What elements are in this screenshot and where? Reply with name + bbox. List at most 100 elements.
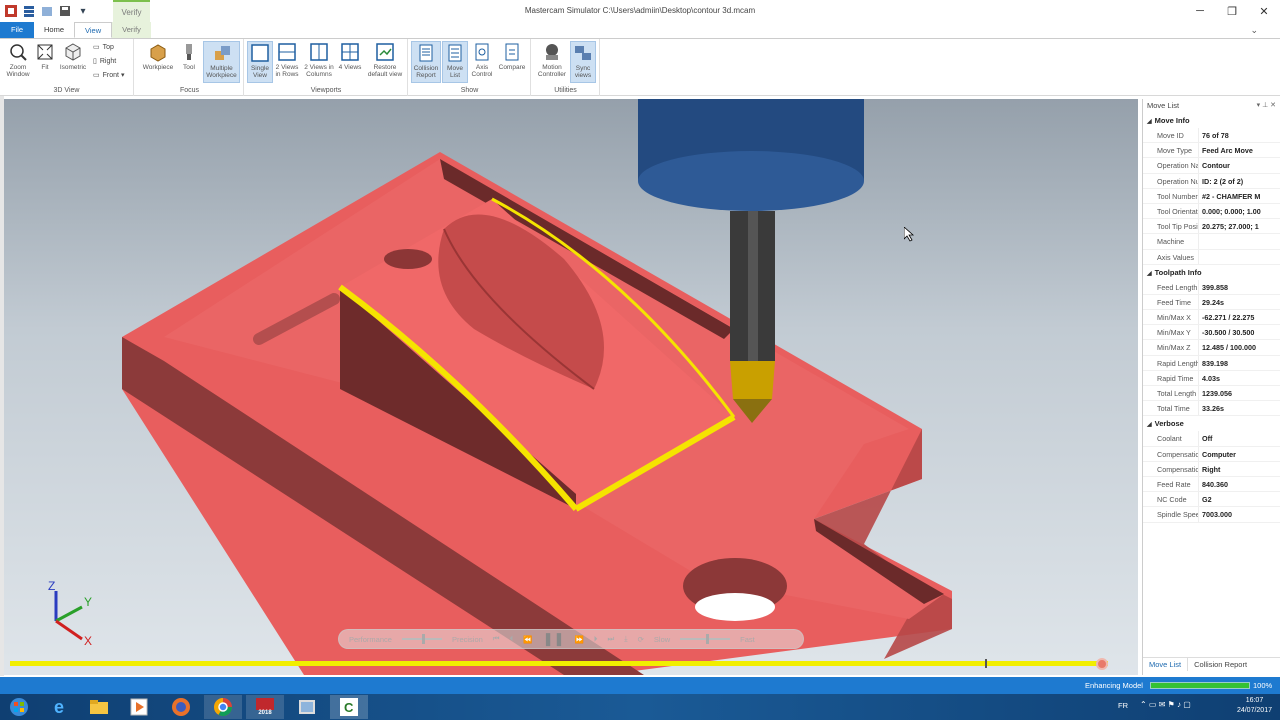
tab-collision-report[interactable]: Collision Report <box>1188 658 1253 671</box>
firefox-taskbar-button[interactable] <box>162 695 200 719</box>
motion-controller-button[interactable]: Motion Controller <box>536 41 568 83</box>
property-row[interactable]: Min/Max X -62.271 / 22.275 <box>1143 310 1280 326</box>
chrome-taskbar-button[interactable] <box>204 695 242 719</box>
sync-views-button[interactable]: Sync views <box>570 41 596 83</box>
axis-control-button[interactable]: Axis Control <box>469 41 495 83</box>
skip-start-icon[interactable]: ⏮ <box>493 634 500 644</box>
fit-button[interactable]: Fit <box>30 41 60 83</box>
two-views-columns-button[interactable]: 2 Views in Columns <box>303 41 335 83</box>
front-view-button[interactable]: ▭ Front ▾ <box>93 71 124 80</box>
workpiece-button[interactable]: Workpiece <box>140 41 176 83</box>
fast-forward-icon[interactable]: ⏩ <box>574 635 583 644</box>
collision-report-button[interactable]: Collision Report <box>411 41 441 83</box>
simulation-viewport[interactable]: Z Y X Performance Precision ⏮ ⏴ ⏪ ❚❚ ⏩ ⏵… <box>4 99 1138 675</box>
property-value: Off <box>1198 431 1280 446</box>
progress-handle[interactable] <box>1096 658 1108 670</box>
tab-file[interactable]: File <box>0 22 34 38</box>
two-views-rows-button[interactable]: 2 Views in Rows <box>274 41 300 83</box>
collapse-ribbon-icon[interactable]: ⌄ <box>1250 25 1258 36</box>
top-view-button[interactable]: ▭ Top <box>93 43 114 52</box>
minimize-icon[interactable]: ─ <box>1184 0 1216 22</box>
property-row[interactable]: Tool Number #2 - CHAMFER M <box>1143 188 1280 204</box>
simulation-progress-bar[interactable] <box>10 661 1108 666</box>
section-header[interactable]: ◢ Toolpath Info <box>1143 265 1280 280</box>
axis-z-label: Z <box>48 579 56 593</box>
start-button[interactable] <box>0 695 38 719</box>
panel-close-icon[interactable]: ✕ <box>1270 102 1276 109</box>
property-key: NC Code <box>1157 495 1187 505</box>
step-forward-icon[interactable]: ⏵ <box>594 634 598 644</box>
right-view-button[interactable]: ▯ Right <box>93 57 116 66</box>
close-icon[interactable]: ✕ <box>1248 0 1280 22</box>
property-row[interactable]: CompensationComputer <box>1143 446 1280 462</box>
collapse-triangle-icon[interactable]: ◢ <box>1147 119 1152 125</box>
property-row[interactable]: Rapid Length 839.198 <box>1143 355 1280 371</box>
tab-move-list[interactable]: Move List <box>1143 658 1189 671</box>
property-row[interactable]: Total Length 1239.056 <box>1143 386 1280 402</box>
collapse-triangle-icon[interactable]: ◢ <box>1147 422 1152 428</box>
step-back-icon[interactable]: ⏴ <box>510 634 514 644</box>
multiple-workpiece-button[interactable]: Multiple Workpiece <box>203 41 240 83</box>
mastercam-taskbar-button[interactable]: 2018 <box>246 695 284 719</box>
zoom-window-icon <box>8 42 28 62</box>
property-row[interactable]: NC Code G2 <box>1143 492 1280 508</box>
property-key: Compensation <box>1157 449 1198 459</box>
property-row[interactable]: Min/Max Y -30.500 / 30.500 <box>1143 325 1280 341</box>
property-row[interactable]: Move Type Feed Arc Move <box>1143 143 1280 159</box>
property-value: 33.26s <box>1198 401 1280 416</box>
media-taskbar-button[interactable] <box>120 695 158 719</box>
pin-icon[interactable]: ⊥ <box>1262 102 1268 109</box>
panel-dropdown-icon[interactable]: ▾ <box>1257 102 1261 109</box>
property-row[interactable]: Tool Tip Posit 20.275; 27.000; 1 <box>1143 219 1280 235</box>
property-row[interactable]: Total Time 33.26s <box>1143 401 1280 417</box>
restore-icon[interactable]: ❐ <box>1216 0 1248 22</box>
loop-icon[interactable]: ⟳ <box>638 635 644 644</box>
verify-taskbar-button[interactable]: C <box>330 695 368 719</box>
property-row[interactable]: Spindle Speec7003.000 <box>1143 507 1280 523</box>
simulator-taskbar-button[interactable] <box>288 695 326 719</box>
property-row[interactable]: Tool Orientati 0.000; 0.000; 1.00 <box>1143 203 1280 220</box>
step-tool-icon[interactable]: ⤓ <box>624 634 627 644</box>
property-row[interactable]: Feed Length 399.858 <box>1143 279 1280 295</box>
ie-taskbar-button[interactable]: e <box>40 695 78 719</box>
zoom-window-button[interactable]: Zoom Window <box>3 41 33 83</box>
property-row[interactable]: Coolant Off <box>1143 431 1280 447</box>
restore-default-view-button[interactable]: Restore default view <box>365 41 405 83</box>
property-row[interactable]: Min/Max Z 12.485 / 100.000 <box>1143 340 1280 356</box>
property-row[interactable]: Feed Rate 840.360 <box>1143 476 1280 493</box>
explorer-taskbar-button[interactable] <box>80 695 118 719</box>
four-views-button[interactable]: 4 Views <box>337 41 363 83</box>
collapse-triangle-icon[interactable]: ◢ <box>1147 271 1152 277</box>
tab-home[interactable]: Home <box>34 22 74 38</box>
property-row[interactable]: Rapid Time 4.03s <box>1143 370 1280 386</box>
property-row[interactable]: Axis Values <box>1143 249 1280 265</box>
section-header[interactable]: ◢ Verbose <box>1143 416 1280 431</box>
property-row[interactable]: Feed Time 29.24s <box>1143 294 1280 311</box>
precision-slider[interactable] <box>401 634 442 644</box>
tab-view[interactable]: View <box>74 22 113 38</box>
taskbar: e 2018 C FR ⌃ ▭ ✉ ⚑ ♪ ▢ 16:07 24/07/2017 <box>0 694 1280 720</box>
property-row[interactable]: Operation Na Contour <box>1143 158 1280 174</box>
move-list-button[interactable]: Move List <box>442 41 468 83</box>
tool-button[interactable]: Tool <box>176 41 202 83</box>
property-row[interactable]: Move ID 76 of 78 <box>1143 128 1280 144</box>
skip-end-icon[interactable]: ⏭ <box>608 634 615 644</box>
isometric-button[interactable]: Isometric <box>58 41 88 83</box>
pause-icon[interactable]: ❚❚ <box>543 631 565 647</box>
property-row[interactable]: Machine <box>1143 234 1280 250</box>
compare-button[interactable]: Compare <box>497 41 527 83</box>
property-row[interactable]: Operation Nu ID: 2 (2 of 2) <box>1143 173 1280 189</box>
clock[interactable]: 16:07 24/07/2017 <box>1237 696 1272 716</box>
tray-icons[interactable]: ⌃ ▭ ✉ ⚑ ♪ ▢ <box>1140 700 1191 709</box>
zoom-window-label: Zoom Window <box>6 64 30 78</box>
axis-y-label: Y <box>84 595 93 609</box>
section-header[interactable]: ◢ Move Info <box>1143 113 1280 128</box>
single-view-button[interactable]: Single View <box>247 41 273 83</box>
tab-verify[interactable]: Verify <box>112 22 151 38</box>
rewind-icon[interactable]: ⏪ <box>523 635 532 644</box>
speed-slider[interactable] <box>680 634 731 644</box>
property-value: 20.275; 27.000; 1 <box>1198 219 1280 234</box>
input-language[interactable]: FR <box>1118 701 1128 710</box>
group-label-show: Show <box>460 87 479 94</box>
property-row[interactable]: CompensationRight <box>1143 461 1280 477</box>
